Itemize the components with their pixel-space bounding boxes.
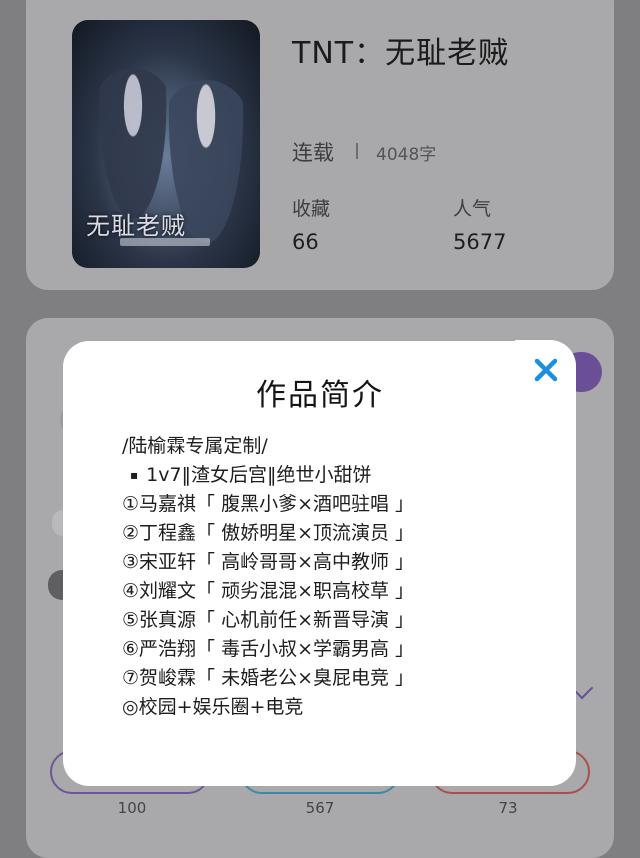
favorites-value: 66 — [292, 230, 319, 254]
status-divider — [356, 143, 358, 159]
popularity-label: 人气 — [453, 198, 492, 220]
action-count-2: 567 — [305, 799, 335, 817]
cover-subtitle-bar — [120, 238, 210, 246]
intro-line: ②丁程鑫「 傲娇明星×顶流演员 」 — [122, 522, 415, 544]
favorites-label: 收藏 — [292, 198, 331, 220]
intro-line: ④刘耀文「 顽劣混混×职高校草 」 — [122, 580, 415, 602]
word-count: 4048字 — [376, 145, 437, 165]
intro-line: ◎校园+娱乐圈+电竞 — [122, 696, 304, 718]
book-cover-image[interactable]: 无耻老贼 — [72, 20, 260, 268]
intro-text: /陆榆霖专属定制/ 1v7‖渣女后宫‖绝世小甜饼 ①马嘉祺「 腹黑小爹×酒吧驻唱… — [122, 432, 542, 722]
modal-title: 作品简介 — [256, 378, 384, 413]
cover-title-text: 无耻老贼 — [86, 212, 186, 240]
intro-line: ⑥严浩翔「 毒舌小叔×学霸男高 」 — [122, 638, 415, 660]
intro-line: 1v7‖渣女后宫‖绝世小甜饼 — [122, 461, 542, 490]
action-count-3: 73 — [498, 799, 518, 817]
intro-line: /陆榆霖专属定制/ — [122, 435, 268, 457]
intro-line: ③宋亚轩「 高岭哥哥×高中教师 」 — [122, 551, 415, 573]
intro-line: ⑤张真源「 心机前任×新晋导演 」 — [122, 609, 415, 631]
book-title: TNT：无耻老贼 — [292, 36, 510, 71]
intro-line: ⑦贺峻霖「 未婚老公×臭屁电竞 」 — [122, 667, 415, 689]
action-count-1: 100 — [117, 799, 147, 817]
popularity-value: 5677 — [453, 230, 507, 254]
book-status: 连载 — [292, 141, 334, 165]
intro-line: ①马嘉祺「 腹黑小爹×酒吧驻唱 」 — [122, 493, 415, 515]
